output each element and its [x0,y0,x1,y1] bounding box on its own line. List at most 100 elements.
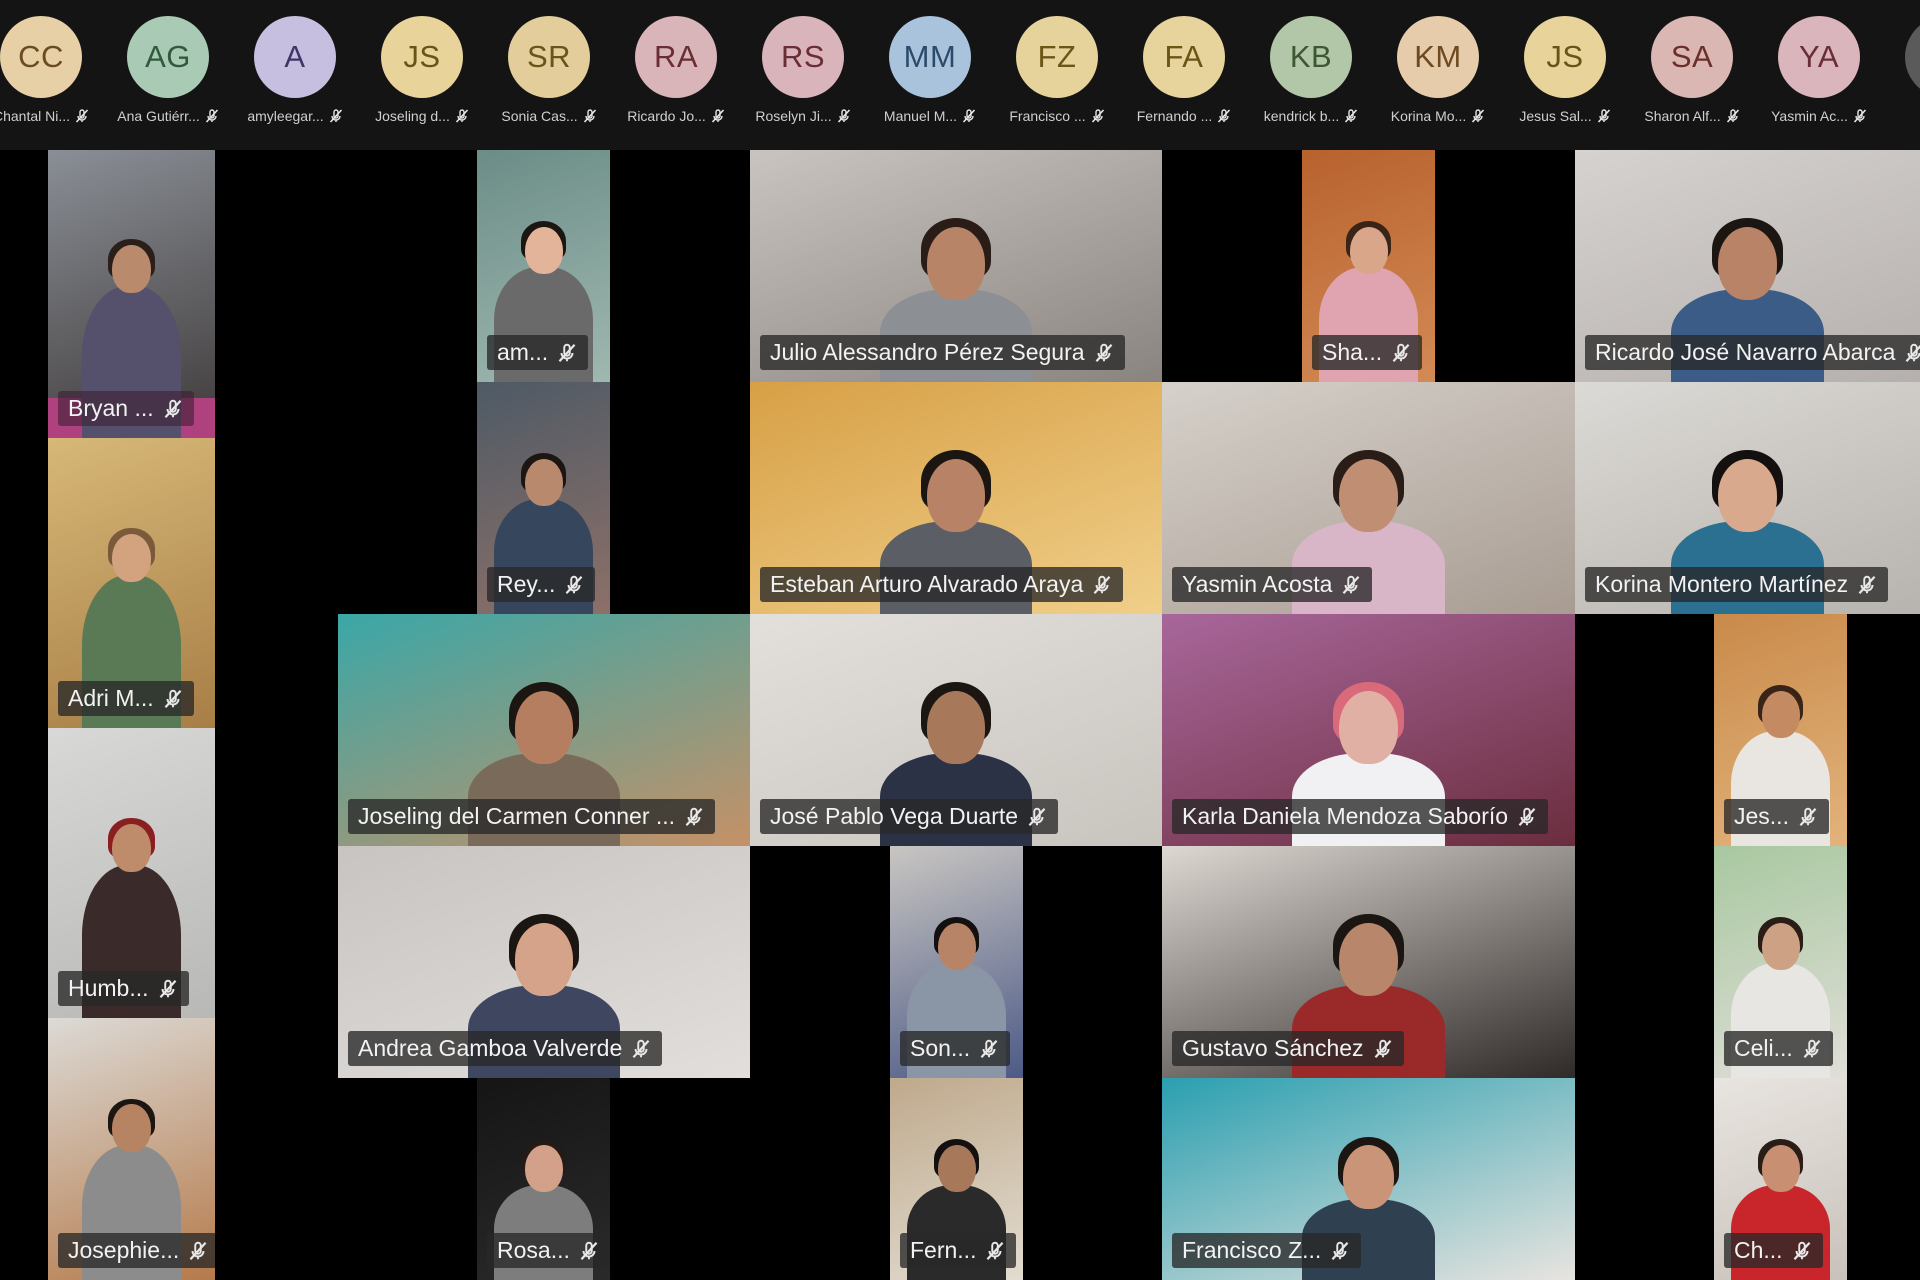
mic-off-icon [1803,1039,1821,1058]
participant-name-label: am... [487,335,589,370]
video-tile[interactable]: Yasmin Acosta [1162,382,1575,614]
participant-name-row: Sonia Cas... [486,106,613,126]
mic-off-icon [1726,109,1739,123]
participant-avatar-item[interactable]: FZ Francisco ... [994,14,1121,134]
participant-name-row: Korina Mo... [1375,106,1502,126]
mic-off-icon [1095,343,1112,362]
mic-off-icon [1392,343,1410,362]
participant-name-label: Ch... [1724,1233,1823,1268]
video-tile[interactable]: Humb... [48,728,215,1018]
person-face [524,1144,563,1193]
participant-name-row: Manuel M... [867,106,994,126]
avatar: KM [1397,16,1479,98]
avatar: JS [1524,16,1606,98]
mic-off-icon [455,109,468,123]
participant-name-label: Karla Daniela Mendoza Saborío [1172,799,1549,834]
participant-name-label: Jes... [1724,799,1829,834]
participant-name: Ana Gutiérr... [117,108,200,124]
participant-name-label: Julio Alessandro Pérez Segura [760,335,1125,370]
video-tile[interactable]: Andrea Gamboa Valverde [338,846,750,1078]
video-tile[interactable]: Gustavo Sánchez [1162,846,1575,1078]
video-tile[interactable]: Jes... [1714,614,1847,846]
video-tile[interactable]: am... [477,150,610,382]
video-tile[interactable]: Francisco Z... [1162,1078,1575,1280]
video-tile[interactable]: Ch... [1714,1078,1847,1280]
video-tile[interactable]: José Pablo Vega Duarte [750,614,1162,846]
avatar: YA [1778,16,1860,98]
participant-avatar-item[interactable]: AG Ana Gutiérr... [105,14,232,134]
video-tile[interactable]: Rosa... [477,1078,610,1280]
person-face [1339,922,1398,996]
mic-off-icon [189,1241,207,1260]
participant-name-label: Esteban Arturo Alvarado Araya [760,567,1124,602]
mic-off-icon [164,689,181,708]
participant-name: Humb... [68,975,149,1001]
participant-name: Rey... [497,571,556,597]
video-tile[interactable]: Son... [890,846,1023,1078]
video-grid: Bryan ... am... Julio Alessandro Pérez Seg… [0,150,1920,1280]
participant-avatar-item[interactable]: FA Fernando ... [1121,14,1248,134]
participant-name-row: Joseling d... [359,106,486,126]
participant-avatar-item[interactable]: SR Sonia Cas... [486,14,613,134]
video-tile[interactable]: Korina Montero Martínez [1575,382,1920,614]
participant-name: Sonia Cas... [501,108,578,124]
participant-avatar-item[interactable]: YA Yasmin Ac... [1756,14,1883,134]
participant-avatar-item[interactable]: MM Manuel M... [867,14,994,134]
video-tile[interactable]: Fern... [890,1078,1023,1280]
video-tile[interactable]: Celi... [1714,846,1847,1078]
participant-name-label: Francisco Z... [1172,1233,1362,1268]
mic-off-icon [1345,109,1358,123]
participant-name: Manuel M... [883,108,958,124]
participant-avatar-item[interactable]: CC Chantal Ni... [0,14,105,134]
participant-name: am... [497,339,549,365]
video-tile[interactable]: Karla Daniela Mendoza Saborío [1162,614,1575,846]
participant-name-label: Rey... [487,567,596,602]
participant-name-label: Joseling del Carmen Conner ... [348,799,716,834]
avatar: SA [1651,16,1733,98]
mic-off-icon [1472,109,1485,123]
person-face [112,533,151,582]
mic-off-icon [566,575,583,594]
participant-name-label: Yasmin Acosta [1172,567,1373,602]
participant-name: Jes... [1734,803,1789,829]
mic-off-icon [1218,109,1231,123]
participant-avatar-item[interactable]: Aamyleegar... [232,14,359,134]
video-tile[interactable]: Rey... [477,382,610,614]
participant-avatar-item[interactable]: KB kendrick b... [1248,14,1375,134]
avatar: JS [381,16,463,98]
video-tile[interactable]: Adri M... [48,438,215,728]
avatar: RS [762,16,844,98]
participant-avatar-item[interactable]: RS Roselyn Ji... [740,14,867,134]
video-tile[interactable]: Josephie... [48,1018,215,1280]
participant-name: kendrick b... [1263,108,1340,124]
participant-name: Andrea Gamboa Valverde [358,1035,623,1061]
participant-name-row: Ricardo Jo... [613,106,740,126]
participant-name: Korina Montero Martínez [1595,571,1849,597]
video-tile[interactable]: Sha... [1302,150,1435,382]
video-tile[interactable]: Joseling del Carmen Conner ... [338,614,750,846]
participant-name: Ricardo Jo... [627,108,706,124]
video-tile[interactable]: Ricardo José Navarro Abarca [1575,150,1920,382]
participant-name-label: Son... [900,1031,1011,1066]
person-face [926,226,986,300]
participant-avatar-item[interactable]: SA Sharon Alf... [1629,14,1756,134]
participant-name-row: Chantal Ni... [0,106,105,126]
participant-avatar-item[interactable]: p [1883,14,1920,134]
person-face [112,823,151,872]
participant-name: Rosa... [497,1237,570,1263]
participant-avatar-item[interactable]: KM Korina Mo... [1375,14,1502,134]
participant-name-label: Celi... [1724,1031,1833,1066]
mic-off-icon [75,109,89,123]
participant-avatar-item[interactable]: JS Jesus Sal... [1502,14,1629,134]
participant-name: amyleegar... [247,108,324,124]
mic-off-icon [1093,575,1111,594]
video-tile[interactable]: Bryan ... [48,150,215,438]
participant-name: Joseling d... [375,108,450,124]
participant-name: Korina Mo... [1390,108,1467,124]
video-tile[interactable]: Esteban Arturo Alvarado Araya [750,382,1162,614]
participant-avatar-item[interactable]: RA Ricardo Jo... [613,14,740,134]
person-face [112,245,151,294]
video-tile[interactable]: Julio Alessandro Pérez Segura [750,150,1162,382]
person-face [937,1144,976,1193]
participant-avatar-item[interactable]: JS Joseling d... [359,14,486,134]
